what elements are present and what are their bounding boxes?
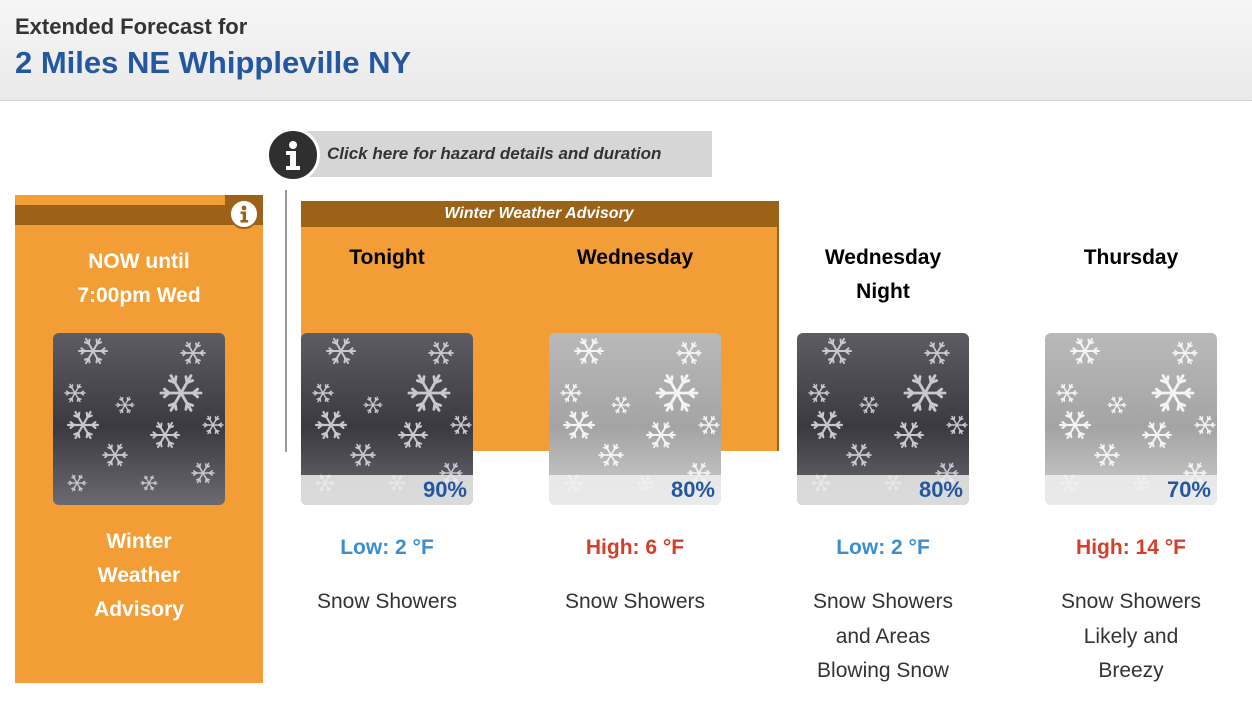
temperature: High: 6 °F xyxy=(585,536,685,559)
snow-showers-night-icon[interactable]: 80% xyxy=(797,333,969,505)
period-name-line: Tonight xyxy=(349,246,425,269)
forecast-period[interactable]: Thursday 70% High: 14 °F Snow Showers Li… xyxy=(1007,241,1252,689)
snow-showers-day-icon[interactable]: 70% xyxy=(1045,333,1217,505)
precip-chance: 80% xyxy=(918,477,963,502)
now-hazard-card[interactable]: NOW until 7:00pm Wed Winter Weather Advi… xyxy=(15,195,263,683)
snow-showers-night-icon xyxy=(53,333,225,505)
now-desc-line: Weather xyxy=(97,564,181,587)
info-icon[interactable] xyxy=(266,128,320,182)
short-forecast-line: Snow Showers xyxy=(316,590,458,613)
hazard-details-link[interactable]: Click here for hazard details and durati… xyxy=(266,128,712,182)
temperature: Low: 2 °F xyxy=(836,536,930,559)
now-period-line: 7:00pm Wed xyxy=(77,284,201,307)
snow-showers-day-icon[interactable]: 80% xyxy=(549,333,721,505)
now-period-label: NOW until 7:00pm Wed xyxy=(15,245,263,313)
temperature: Low: 2 °F xyxy=(340,536,434,559)
location-title: 2 Miles NE Whippleville NY xyxy=(15,45,412,80)
forecast-period[interactable]: Wednesday Night 80% Low: 2 °F Snow Showe… xyxy=(759,241,1007,689)
forecast-period[interactable]: Wednesday 80% High: 6 °F Snow Showers xyxy=(511,241,759,620)
short-forecast: Snow Showers xyxy=(511,585,759,620)
period-name: Tonight xyxy=(263,241,511,325)
precip-chance: 90% xyxy=(422,477,467,502)
period-name: Wednesday xyxy=(511,241,759,325)
short-forecast: Snow Showers Likely and Breezy xyxy=(1007,585,1252,689)
now-desc-line: Advisory xyxy=(94,598,184,621)
period-name: Thursday xyxy=(1007,241,1252,325)
short-forecast: Snow Showers and Areas Blowing Snow xyxy=(759,585,1007,689)
snow-showers-night-icon[interactable]: 90% xyxy=(301,333,473,505)
now-period-line: NOW until xyxy=(88,250,190,273)
short-forecast-line: and Areas xyxy=(835,624,931,648)
period-name-line: Wednesday xyxy=(576,246,694,269)
now-desc-line: Winter xyxy=(106,530,172,553)
short-forecast-line: Snow Showers xyxy=(564,590,706,613)
period-name: Wednesday Night xyxy=(759,241,1007,325)
short-forecast-line: Blowing Snow xyxy=(817,659,949,682)
period-name-line: Wednesday xyxy=(824,246,942,269)
now-hazard-description: Winter Weather Advisory xyxy=(15,525,263,627)
page-header: Extended Forecast for 2 Miles NE Whipple… xyxy=(0,0,1252,101)
period-name-line: Thursday xyxy=(1083,246,1179,269)
precip-chance: 80% xyxy=(670,477,715,502)
precip-chance: 70% xyxy=(1166,477,1211,502)
forecast-period[interactable]: Tonight 90% Low: 2 °F Snow Showers xyxy=(263,241,511,620)
info-icon[interactable] xyxy=(229,199,259,229)
short-forecast-line: Breezy xyxy=(1098,659,1164,682)
short-forecast-line: Snow Showers xyxy=(812,590,954,613)
short-forecast-line: Snow Showers xyxy=(1060,590,1202,613)
short-forecast: Snow Showers xyxy=(263,585,511,620)
hazard-link-text[interactable]: Click here for hazard details and durati… xyxy=(327,144,661,164)
advisory-label[interactable]: Winter Weather Advisory xyxy=(301,201,777,227)
short-forecast-line: Likely and xyxy=(1083,624,1179,648)
period-name-line: Night xyxy=(856,280,910,303)
temperature: High: 14 °F xyxy=(1076,536,1186,559)
header-subtitle: Extended Forecast for xyxy=(15,14,248,39)
